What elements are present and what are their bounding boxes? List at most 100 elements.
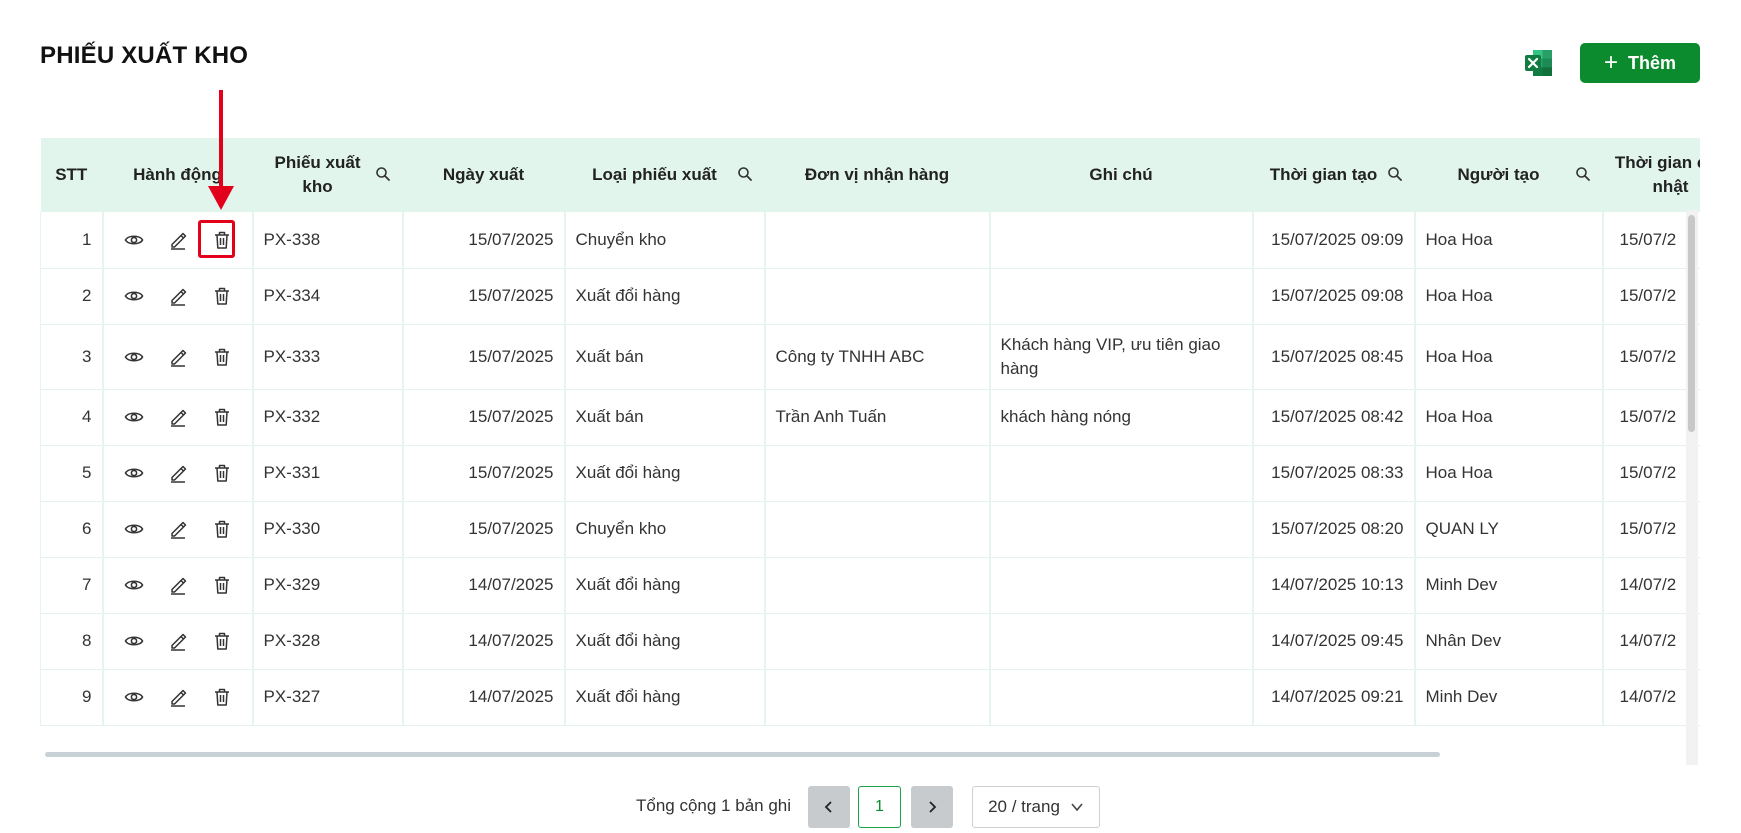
search-icon[interactable] — [1574, 165, 1592, 183]
table-row: 7 PX-329 14/07/2025 Xuất đổi hàng 14/07/2025… — [40, 557, 1700, 613]
cell-code: PX-329 — [252, 557, 404, 613]
view-icon[interactable] — [123, 574, 145, 596]
trash-icon[interactable] — [211, 630, 233, 652]
edit-icon[interactable] — [167, 686, 189, 708]
col-receiver: Đơn vị nhận hàng — [764, 138, 990, 212]
chevron-right-icon — [929, 801, 937, 813]
cell-actions — [102, 613, 254, 669]
cell-created-at: 15/07/2025 09:09 — [1252, 212, 1416, 268]
cell-stt: 3 — [40, 324, 104, 389]
search-icon[interactable] — [374, 165, 392, 183]
edit-icon[interactable] — [167, 630, 189, 652]
page-title: PHIẾU XUẤT KHO — [40, 42, 249, 69]
page-size-label: 20 / trang — [988, 797, 1060, 816]
search-icon[interactable] — [1386, 165, 1404, 183]
col-creator: Người tạo — [1414, 138, 1603, 212]
table-row: 2 PX-334 15/07/2025 Xuất đổi hàng 15/07/2025… — [40, 268, 1700, 324]
cell-actions — [102, 501, 254, 557]
cell-type: Xuất bán — [564, 389, 766, 445]
cell-date: 15/07/2025 — [402, 268, 566, 324]
chevron-down-icon — [1071, 803, 1083, 812]
search-icon[interactable] — [736, 165, 754, 183]
cell-code: PX-338 — [252, 212, 404, 268]
cell-created-at: 14/07/2025 09:21 — [1252, 669, 1416, 725]
horizontal-scrollbar[interactable] — [45, 752, 1440, 757]
trash-icon[interactable] — [211, 229, 233, 251]
cell-stt: 5 — [40, 445, 104, 501]
cell-created-at: 14/07/2025 10:13 — [1252, 557, 1416, 613]
cell-receiver — [764, 501, 991, 557]
cell-code: PX-330 — [252, 501, 404, 557]
add-button-label: Thêm — [1628, 52, 1677, 73]
view-icon[interactable] — [123, 686, 145, 708]
trash-icon[interactable] — [211, 462, 233, 484]
table-row: 3 PX-333 15/07/2025 Xuất bán Công ty TNHH AB… — [40, 324, 1700, 389]
cell-note: Khách hàng VIP, ưu tiên giao hàng — [989, 324, 1254, 389]
cell-actions — [102, 389, 254, 445]
cell-stt: 1 — [40, 212, 104, 268]
cell-actions — [102, 212, 254, 268]
trash-icon[interactable] — [211, 406, 233, 428]
view-icon[interactable] — [123, 462, 145, 484]
trash-icon[interactable] — [211, 518, 233, 540]
edit-icon[interactable] — [167, 285, 189, 307]
cell-date: 15/07/2025 — [402, 324, 566, 389]
edit-icon[interactable] — [167, 229, 189, 251]
view-icon[interactable] — [123, 346, 145, 368]
issue-slip-table: STT Hành động Phiếu xuất kho Ngày xuất L… — [40, 138, 1700, 745]
cell-receiver — [764, 669, 991, 725]
add-button[interactable]: + Thêm — [1580, 43, 1700, 83]
trash-icon[interactable] — [211, 346, 233, 368]
plus-icon: + — [1603, 49, 1618, 76]
page-size-select[interactable]: 20 / trang — [972, 786, 1100, 828]
cell-code: PX-332 — [252, 389, 404, 445]
view-icon[interactable] — [123, 229, 145, 251]
cell-date: 14/07/2025 — [402, 613, 566, 669]
col-type: Loại phiếu xuất — [564, 138, 765, 212]
cell-receiver — [764, 268, 991, 324]
cell-type: Chuyển kho — [564, 212, 766, 268]
cell-code: PX-333 — [252, 324, 404, 389]
cell-note — [989, 212, 1254, 268]
cell-creator: Nhân Dev — [1414, 613, 1604, 669]
edit-icon[interactable] — [167, 462, 189, 484]
cell-actions — [102, 324, 254, 389]
trash-icon[interactable] — [211, 285, 233, 307]
view-icon[interactable] — [123, 406, 145, 428]
cell-created-at: 15/07/2025 08:33 — [1252, 445, 1416, 501]
col-updated-at: Thời gian cập nhật — [1602, 138, 1700, 212]
trash-icon[interactable] — [211, 574, 233, 596]
page-1-button[interactable]: 1 — [858, 786, 901, 828]
view-icon[interactable] — [123, 285, 145, 307]
table-header-row: STT Hành động Phiếu xuất kho Ngày xuất L… — [40, 138, 1700, 212]
cell-receiver — [764, 557, 991, 613]
export-excel-button[interactable] — [1524, 48, 1554, 78]
cell-created-at: 14/07/2025 09:45 — [1252, 613, 1416, 669]
table-row: 6 PX-330 15/07/2025 Chuyển kho 15/07/2025 08… — [40, 501, 1700, 557]
edit-icon[interactable] — [167, 406, 189, 428]
edit-icon[interactable] — [167, 346, 189, 368]
trash-icon[interactable] — [211, 686, 233, 708]
col-actions: Hành động — [102, 138, 253, 212]
view-icon[interactable] — [123, 630, 145, 652]
view-icon[interactable] — [123, 518, 145, 540]
cell-creator: Minh Dev — [1414, 669, 1604, 725]
prev-page-button[interactable] — [808, 786, 850, 828]
cell-creator: Hoa Hoa — [1414, 445, 1604, 501]
cell-creator: Minh Dev — [1414, 557, 1604, 613]
cell-code: PX-328 — [252, 613, 404, 669]
edit-icon[interactable] — [167, 518, 189, 540]
cell-created-at: 15/07/2025 08:20 — [1252, 501, 1416, 557]
edit-icon[interactable] — [167, 574, 189, 596]
vertical-scrollbar[interactable] — [1688, 215, 1695, 432]
cell-actions — [102, 557, 254, 613]
cell-code: PX-327 — [252, 669, 404, 725]
col-code: Phiếu xuất kho — [252, 138, 403, 212]
cell-stt: 4 — [40, 389, 104, 445]
next-page-button[interactable] — [911, 786, 953, 828]
cell-creator: QUAN LY — [1414, 501, 1604, 557]
table-row: 4 PX-332 15/07/2025 Xuất bán Trần Anh Tuấn kh… — [40, 389, 1700, 445]
table-row: 9 PX-327 14/07/2025 Xuất đổi hàng 14/07/2025… — [40, 669, 1700, 725]
cell-type: Xuất đổi hàng — [564, 669, 766, 725]
cell-code: PX-334 — [252, 268, 404, 324]
